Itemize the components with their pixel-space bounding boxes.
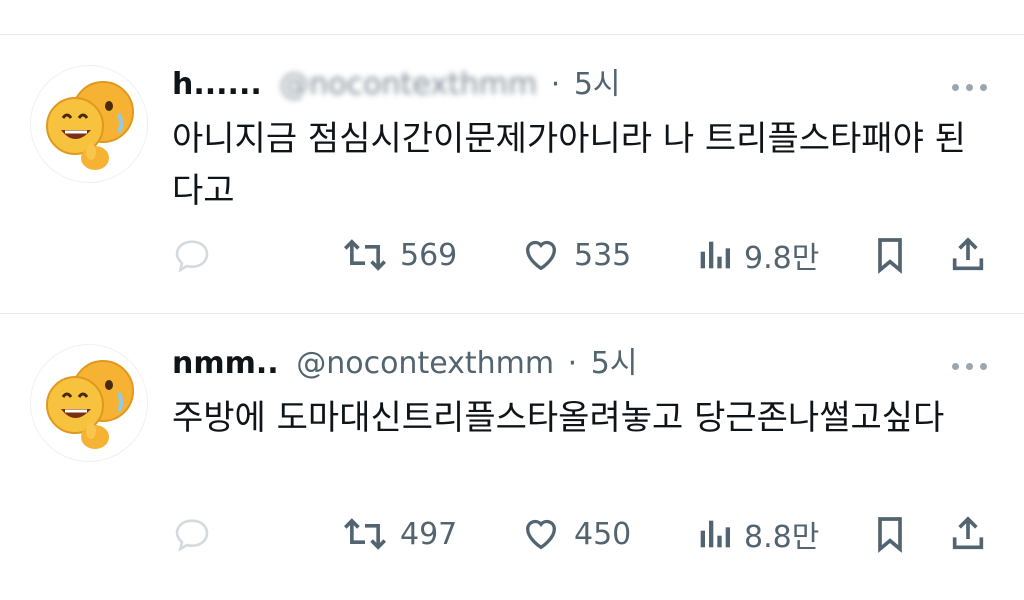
views-button[interactable]: 8.8만 (696, 512, 819, 556)
tweet-text: 아니지금 점심시간이문제가아니라 나 트리플스타패야 된다고 (172, 119, 966, 211)
more-options-icon[interactable] (950, 77, 990, 97)
display-name[interactable]: nmm.. (172, 346, 279, 381)
share-button[interactable] (948, 512, 988, 556)
bookmark-icon (878, 238, 902, 274)
analytics-icon (700, 520, 730, 548)
retweet-icon (344, 239, 386, 271)
share-icon (952, 516, 984, 550)
timestamp[interactable]: 5시 (574, 67, 621, 102)
bookmark-icon (878, 517, 902, 553)
bookmark-button[interactable] (870, 512, 910, 556)
analytics-icon (700, 241, 730, 269)
tweet-header: nmm.. @nocontexthmm · 5시 (172, 344, 637, 384)
retweet-button[interactable]: 497 (342, 512, 457, 556)
handle[interactable]: @nocontexthmm (296, 346, 554, 381)
view-count: 9.8만 (744, 241, 820, 276)
emoji-avatar-icon (46, 360, 134, 449)
reply-icon (175, 240, 209, 273)
emoji-avatar-icon (46, 81, 134, 170)
views-button[interactable]: 9.8만 (696, 233, 819, 277)
view-count: 8.8만 (744, 520, 820, 555)
reply-icon (175, 519, 209, 552)
retweet-count: 497 (400, 516, 458, 552)
display-name[interactable]: h...... (172, 67, 262, 102)
separator: · (550, 67, 561, 102)
more-options-icon[interactable] (950, 356, 990, 376)
retweet-icon (344, 518, 386, 550)
heart-icon (525, 519, 557, 550)
like-button[interactable]: 535 (520, 233, 631, 277)
tweet-header: h...... @nocontexthmm · 5시 (172, 65, 621, 105)
like-button[interactable]: 450 (520, 512, 631, 556)
timestamp[interactable]: 5시 (591, 346, 638, 381)
tweet-text: 주방에 도마대신트리플스타올려놓고 당근존나썰고싶다 (172, 398, 945, 438)
like-count: 535 (574, 237, 632, 273)
retweet-button[interactable]: 569 (342, 233, 457, 277)
avatar[interactable] (30, 344, 148, 462)
handle[interactable]: @nocontexthmm (279, 67, 537, 102)
retweet-count: 569 (400, 237, 458, 273)
share-icon (952, 237, 984, 271)
tweet[interactable]: nmm.. @nocontexthmm · 5시 주방에 도마대신트리플스타올려… (0, 314, 1024, 584)
avatar[interactable] (30, 65, 148, 183)
share-button[interactable] (948, 233, 988, 277)
bookmark-button[interactable] (870, 233, 910, 277)
reply-button[interactable] (172, 233, 212, 277)
reply-button[interactable] (172, 512, 212, 556)
tweet[interactable]: h...... @nocontexthmm · 5시 아니지금 점심시간이문제가… (0, 35, 1024, 305)
separator: · (567, 346, 578, 381)
like-count: 450 (574, 516, 632, 552)
heart-icon (525, 240, 557, 271)
